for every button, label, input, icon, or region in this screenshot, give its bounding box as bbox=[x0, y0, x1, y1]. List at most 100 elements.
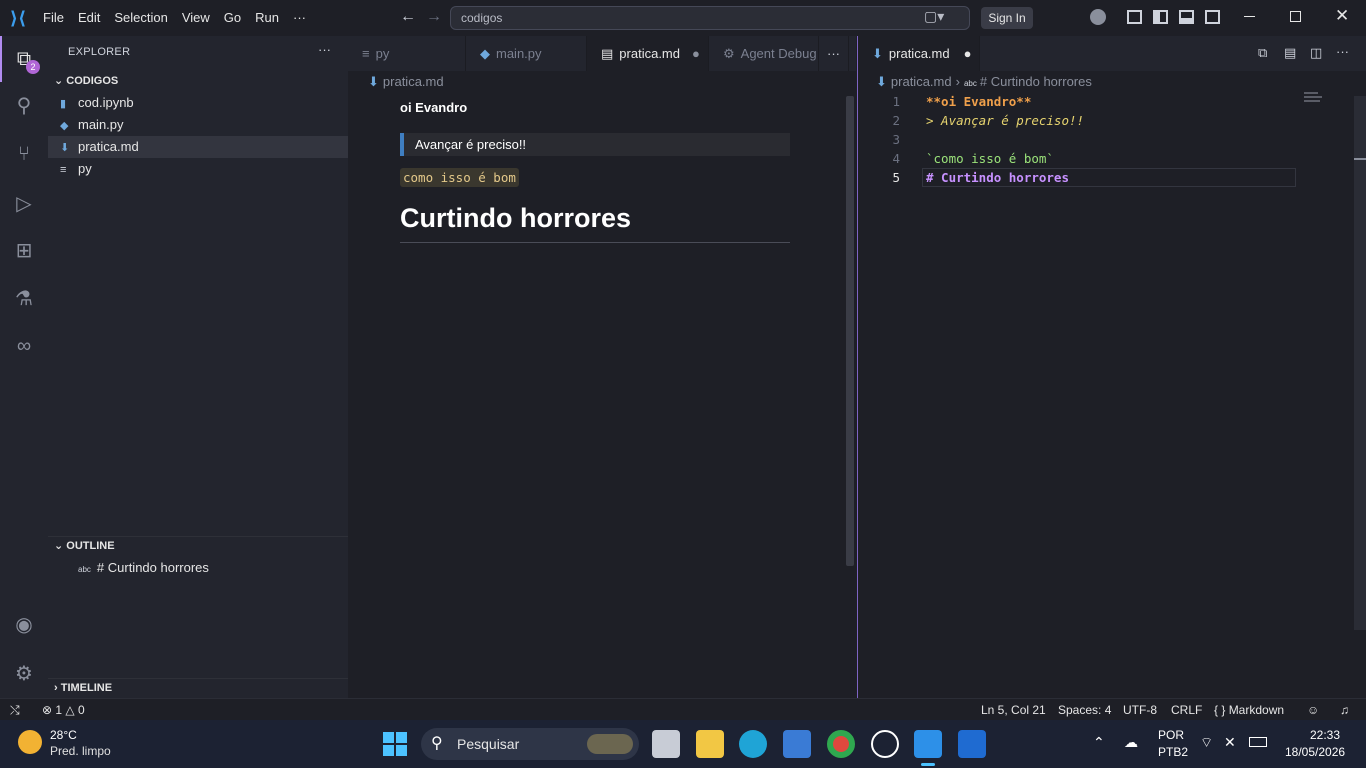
code-line-quote[interactable]: > Avançar é preciso!! bbox=[926, 111, 1084, 130]
menu-run[interactable]: Run bbox=[248, 0, 286, 36]
menu-view[interactable]: View bbox=[175, 0, 217, 36]
task-view-icon[interactable] bbox=[652, 730, 680, 758]
split-editor-icon[interactable]: ◫ bbox=[1310, 45, 1322, 61]
encoding[interactable]: UTF-8 bbox=[1123, 699, 1157, 721]
dell-icon[interactable] bbox=[871, 730, 899, 758]
input-language[interactable]: POR bbox=[1158, 728, 1184, 742]
toggle-panel-icon[interactable] bbox=[1179, 10, 1194, 24]
input-layout[interactable]: PTB2 bbox=[1158, 745, 1188, 759]
weather-temp[interactable]: 28°C bbox=[50, 728, 77, 742]
file-explorer-icon[interactable] bbox=[696, 730, 724, 758]
timeline-section[interactable]: › TIMELINE bbox=[54, 682, 112, 694]
close-icon[interactable]: ✕ bbox=[1335, 6, 1349, 26]
problems-indicator[interactable]: ⊗ 1 △ 0 bbox=[42, 699, 85, 721]
testing-flask-icon[interactable]: ⚗ bbox=[12, 287, 36, 311]
copilot-icon[interactable] bbox=[1090, 9, 1106, 25]
chevron-up-icon[interactable]: ⌃ bbox=[1093, 734, 1105, 751]
braces-icon: { } bbox=[1214, 703, 1229, 717]
remote-infinity-icon[interactable]: ∞ bbox=[12, 334, 36, 358]
outlook-icon[interactable] bbox=[958, 730, 986, 758]
toggle-editor-layout-icon[interactable] bbox=[1153, 10, 1168, 24]
forward-arrow-icon[interactable]: → bbox=[426, 8, 442, 26]
vscode-taskbar-icon[interactable] bbox=[914, 730, 942, 758]
code-line-bold[interactable]: **oi Evandro** bbox=[926, 92, 1031, 111]
microsoft-store-icon[interactable] bbox=[783, 730, 811, 758]
code-line-heading[interactable]: # Curtindo horrores bbox=[926, 168, 1069, 187]
more-actions-icon[interactable]: ··· bbox=[1336, 44, 1349, 59]
copilot-status-icon[interactable]: ☺ bbox=[1307, 699, 1319, 721]
run-debug-icon[interactable]: ▷ bbox=[12, 192, 36, 216]
minimize-icon[interactable] bbox=[1244, 16, 1255, 17]
menu-file[interactable]: File bbox=[36, 0, 71, 36]
windows-start-icon[interactable] bbox=[383, 732, 407, 756]
copilot-chat-icon[interactable]: ▢▾ bbox=[924, 8, 944, 25]
wifi-icon[interactable]: ⌔ bbox=[1200, 734, 1213, 752]
breadcrumb[interactable]: ⬇ pratica.md bbox=[368, 74, 444, 90]
windows-taskbar: 28°C Pred. limpo ⚲ Pesquisar ⌃ ☁ POR PTB… bbox=[0, 720, 1366, 768]
menu-selection[interactable]: Selection bbox=[107, 0, 174, 36]
line-ending[interactable]: CRLF bbox=[1171, 699, 1202, 721]
extensions-icon[interactable]: ⊞ bbox=[12, 239, 36, 263]
dirty-dot-icon[interactable]: ● bbox=[692, 46, 700, 61]
source-control-icon[interactable]: ⑂ bbox=[12, 142, 36, 166]
weather-sun-icon[interactable] bbox=[18, 730, 42, 754]
remote-icon[interactable]: ⤭ bbox=[10, 699, 20, 721]
language-mode[interactable]: { } Markdown bbox=[1214, 699, 1284, 721]
account-icon[interactable]: ◉ bbox=[12, 613, 36, 637]
explorer-more-icon[interactable]: ··· bbox=[318, 42, 331, 57]
line-number: 2 bbox=[892, 113, 900, 128]
clock-date[interactable]: 18/05/2026 bbox=[1285, 745, 1345, 759]
clock-time[interactable]: 22:33 bbox=[1310, 728, 1340, 742]
settings-gear-icon[interactable]: ⚙ bbox=[12, 662, 36, 686]
edge-browser-icon[interactable] bbox=[739, 730, 767, 758]
explorer-badge: 2 bbox=[26, 60, 40, 74]
file-py[interactable]: ≡ py bbox=[48, 158, 348, 180]
chrome-icon[interactable] bbox=[827, 730, 855, 758]
cursor-position[interactable]: Ln 5, Col 21 bbox=[981, 699, 1046, 721]
restore-icon[interactable] bbox=[1290, 11, 1301, 22]
text-file-icon: ≡ bbox=[362, 46, 370, 61]
menu-go[interactable]: Go bbox=[217, 0, 248, 36]
tab-main-py[interactable]: ◆ main.py bbox=[466, 36, 587, 71]
file-pratica-md[interactable]: ⬇ pratica.md bbox=[48, 136, 348, 158]
line-number: 3 bbox=[892, 132, 900, 147]
folder-codigos[interactable]: ⌄ CODIGOS bbox=[54, 74, 118, 87]
markdown-file-icon: ⬇ bbox=[60, 142, 70, 154]
chevron-down-icon: ⌄ bbox=[54, 75, 67, 87]
outline-section[interactable]: ⌄ OUTLINE bbox=[54, 539, 115, 552]
weather-desc[interactable]: Pred. limpo bbox=[50, 744, 111, 758]
code-line-code[interactable]: `como isso é bom` bbox=[926, 149, 1054, 168]
menu-more[interactable]: ··· bbox=[286, 0, 313, 36]
toggle-secondary-sidebar-icon[interactable] bbox=[1205, 10, 1220, 24]
breadcrumb[interactable]: ⬇ pratica.md › abc # Curtindo horrores bbox=[876, 74, 1092, 90]
battery-icon[interactable] bbox=[1249, 737, 1267, 747]
editor-scrollbar[interactable] bbox=[1354, 96, 1366, 630]
volume-muted-icon[interactable]: ✕ bbox=[1224, 734, 1236, 751]
file-cod-ipynb[interactable]: ▮ cod.ipynb bbox=[48, 92, 348, 114]
tab-py[interactable]: ≡ py bbox=[348, 36, 466, 71]
tab-pratica-md-preview[interactable]: ▤ pratica.md ● bbox=[587, 36, 709, 71]
preview-scrollbar[interactable] bbox=[846, 96, 854, 566]
notifications-bell-icon[interactable]: ♫ bbox=[1340, 699, 1349, 721]
outline-item[interactable]: abc # Curtindo horrores bbox=[78, 560, 209, 575]
tabs-more-icon[interactable]: ··· bbox=[819, 36, 849, 71]
open-preview-side-icon[interactable]: ⧉ bbox=[1258, 45, 1267, 61]
tab-agent-debug[interactable]: ⚙ Agent Debug bbox=[709, 36, 819, 71]
line-number: 4 bbox=[892, 151, 900, 166]
sign-in-button[interactable]: Sign In bbox=[981, 7, 1033, 29]
indentation[interactable]: Spaces: 4 bbox=[1058, 699, 1111, 721]
toggle-primary-sidebar-icon[interactable] bbox=[1127, 10, 1142, 24]
file-main-py[interactable]: ◆ main.py bbox=[48, 114, 348, 136]
warning-icon: △ bbox=[65, 703, 78, 717]
taskbar-search-box[interactable]: ⚲ Pesquisar bbox=[421, 728, 639, 760]
preview-icon[interactable]: ▤ bbox=[1284, 45, 1296, 61]
line-number: 1 bbox=[892, 94, 900, 109]
onedrive-cloud-icon[interactable]: ☁ bbox=[1124, 734, 1138, 751]
minimap[interactable] bbox=[1304, 92, 1324, 102]
tab-pratica-md[interactable]: ⬇ pratica.md ● bbox=[858, 36, 980, 71]
search-icon[interactable]: ⚲ bbox=[12, 94, 36, 118]
command-center-search[interactable]: codigos bbox=[450, 6, 970, 30]
menu-edit[interactable]: Edit bbox=[71, 0, 107, 36]
back-arrow-icon[interactable]: ← bbox=[400, 8, 416, 26]
dirty-dot-icon[interactable]: ● bbox=[964, 46, 972, 61]
